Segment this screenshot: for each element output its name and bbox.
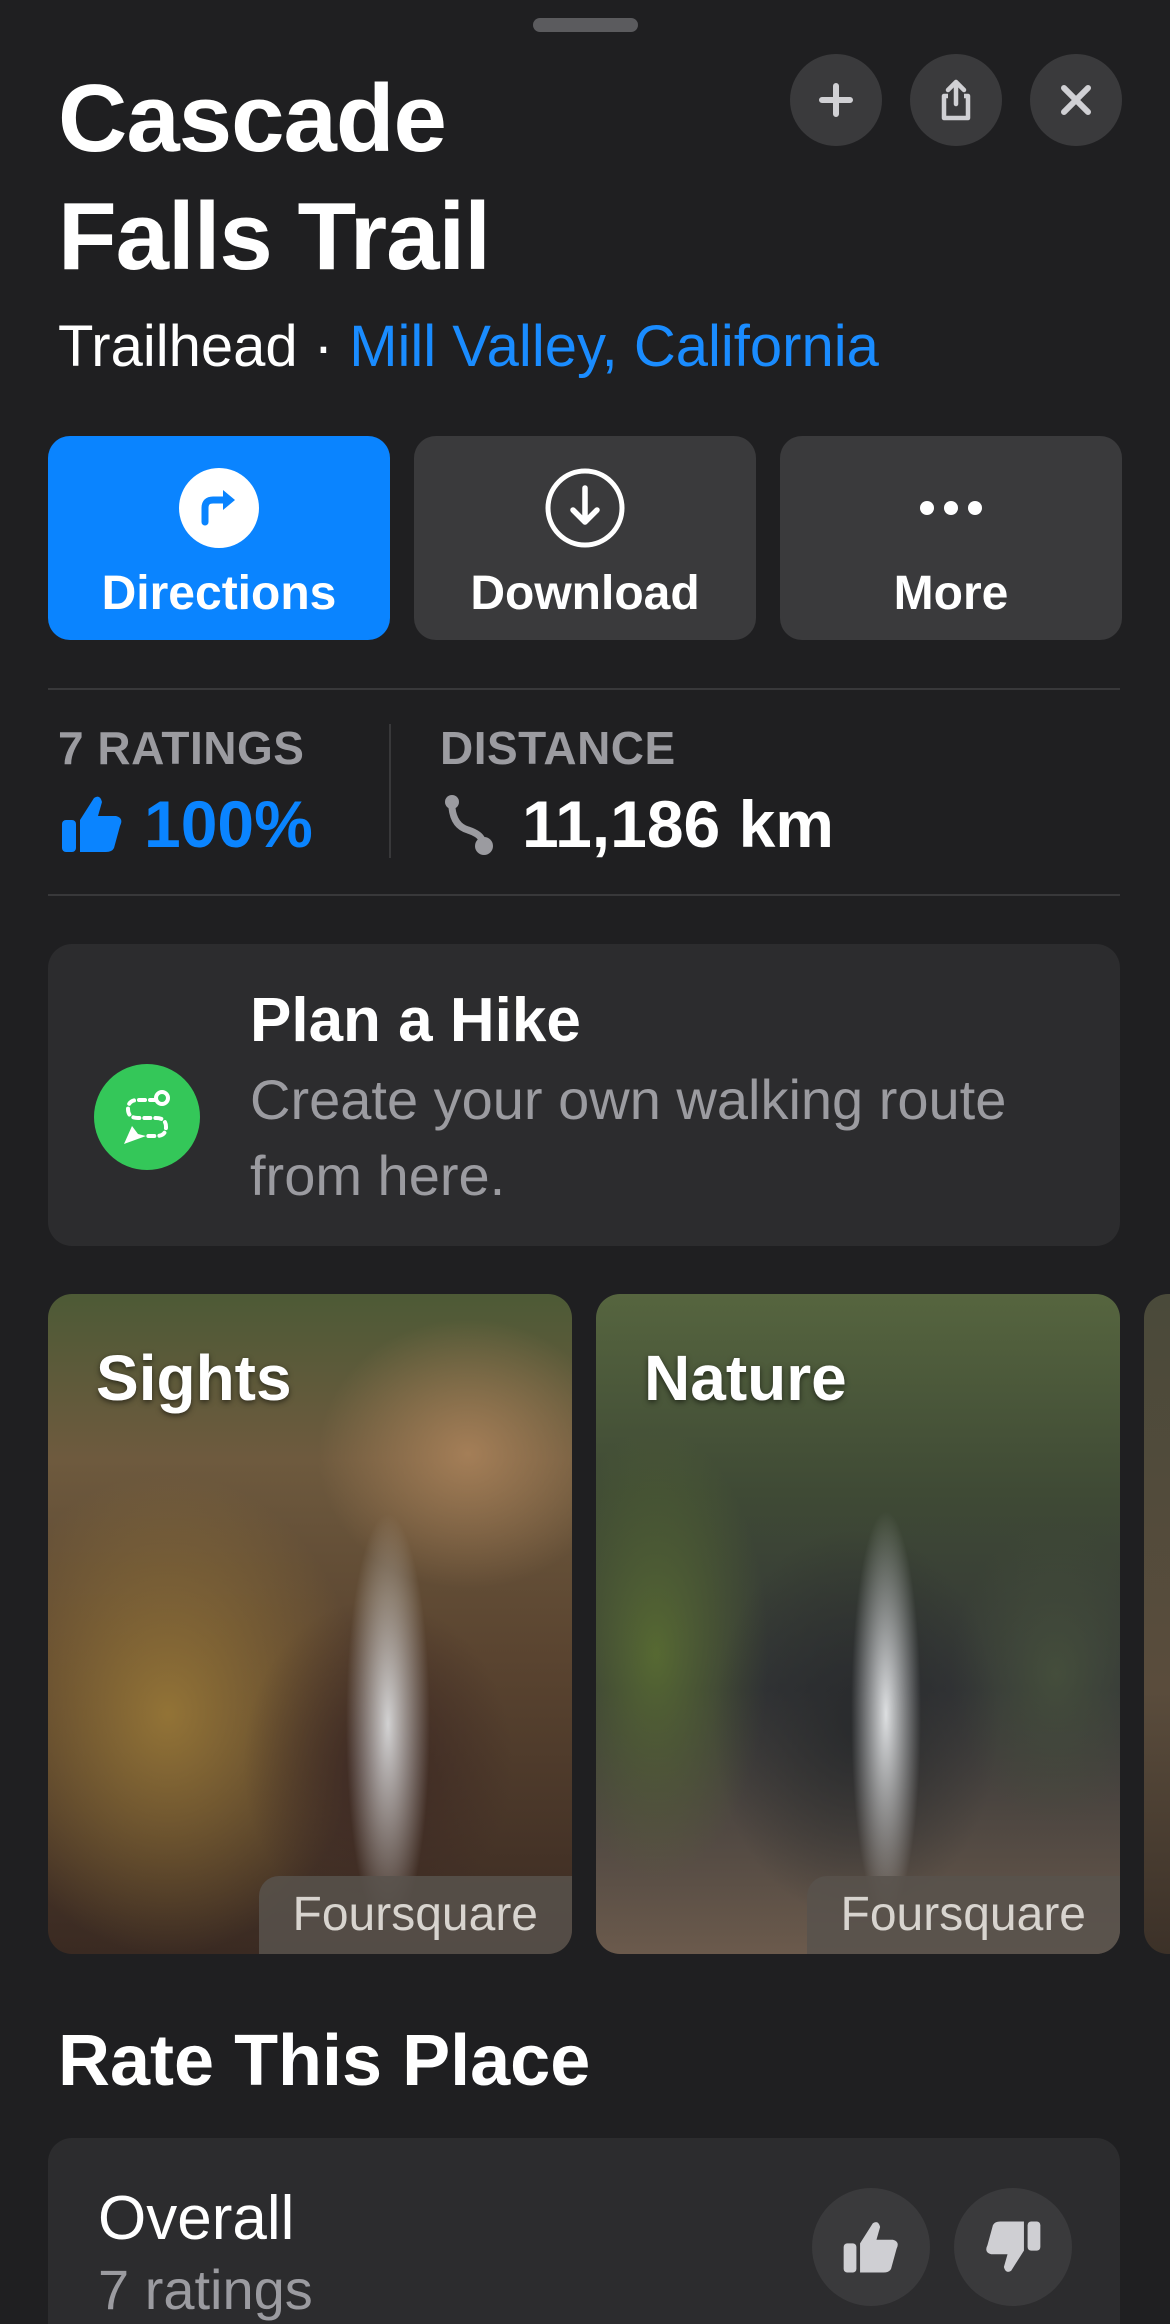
rate-section-title: Rate This Place	[58, 2021, 591, 2101]
place-title: Cascade Falls Trail	[58, 60, 758, 296]
thumbs-up-icon	[843, 2222, 898, 2273]
directions-label: Directions	[101, 567, 337, 620]
download-button[interactable]: Download	[414, 436, 756, 640]
plan-hike-description: Create your own walking route from here.	[250, 1068, 1007, 1207]
ratings-label: 7 RATINGS	[58, 722, 305, 774]
plan-hike-card[interactable]: Plan a Hike Create your own walking rout…	[48, 944, 1120, 1246]
photo-nature-title: Nature	[644, 1342, 847, 1414]
add-button[interactable]	[790, 54, 882, 146]
place-subtitle: Trailhead · Mill Valley, California	[58, 312, 879, 382]
add-icon	[819, 83, 853, 117]
directions-button[interactable]: Directions	[48, 436, 390, 640]
rate-overall-label: Overall	[98, 2184, 295, 2253]
photo-sights-title: Sights	[96, 1342, 292, 1414]
distance-value: 11,186 km	[440, 784, 834, 864]
place-category: Trailhead	[58, 314, 298, 379]
photo-next-peek[interactable]	[1144, 1294, 1170, 1954]
photo-sights-credit: Foursquare	[258, 1876, 572, 1954]
route-icon	[445, 795, 493, 855]
stats-separator	[389, 724, 391, 858]
hike-route-icon	[94, 1064, 200, 1170]
thumbs-up-button[interactable]	[812, 2188, 930, 2306]
place-card-sheet: Cascade Falls Trail Trailhead · Mill Val…	[0, 0, 1170, 2324]
thumbs-down-button[interactable]	[954, 2188, 1072, 2306]
thumbs-down-icon	[986, 2221, 1041, 2272]
distance-text: 11,186 km	[522, 787, 834, 861]
ratings-value[interactable]: 100%	[58, 784, 313, 864]
photo-nature[interactable]: Nature Foursquare	[596, 1294, 1120, 1954]
place-location-link[interactable]: Mill Valley, California	[349, 314, 879, 379]
download-icon	[543, 466, 627, 550]
place-title-line2: Falls Trail	[58, 183, 491, 290]
close-icon	[1061, 85, 1091, 115]
share-icon	[941, 79, 971, 121]
photo-sights[interactable]: Sights Foursquare	[48, 1294, 572, 1954]
plan-hike-title: Plan a Hike	[250, 986, 581, 1055]
thumbs-up-icon	[62, 796, 122, 852]
more-icon	[909, 466, 993, 550]
rate-overall-count: 7 ratings	[98, 2258, 313, 2321]
distance-label: DISTANCE	[440, 722, 676, 774]
place-title-line1: Cascade	[58, 65, 447, 172]
sheet-grabber[interactable]	[533, 18, 638, 32]
subtitle-separator: ·	[297, 314, 350, 379]
more-button[interactable]: More	[780, 436, 1122, 640]
ratings-percent: 100%	[144, 787, 313, 861]
divider	[48, 688, 1120, 690]
more-label: More	[893, 567, 1009, 620]
photo-nature-credit: Foursquare	[806, 1876, 1120, 1954]
directions-icon	[177, 466, 261, 550]
rate-overall-card: Overall 7 ratings	[48, 2138, 1120, 2324]
divider	[48, 894, 1120, 896]
download-label: Download	[470, 567, 700, 620]
close-button[interactable]	[1030, 54, 1122, 146]
share-button[interactable]	[910, 54, 1002, 146]
